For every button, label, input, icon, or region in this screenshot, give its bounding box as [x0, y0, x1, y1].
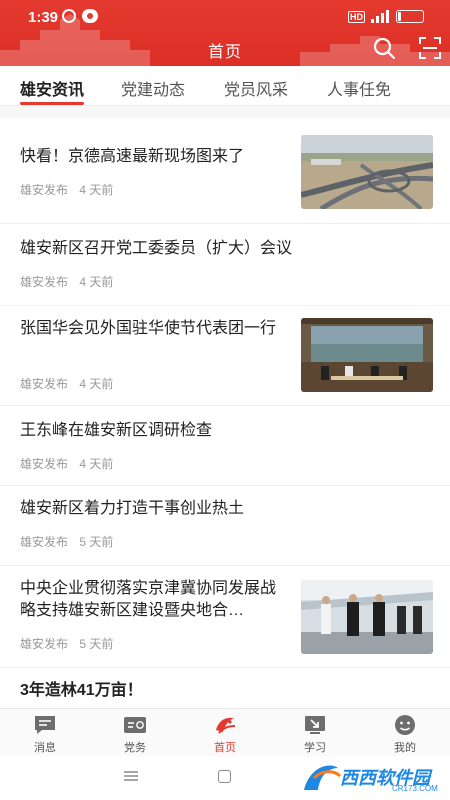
highway-interchange-photo	[301, 135, 433, 209]
news-item[interactable]: 张国华会见外国驻华使节代表团一行 雄安发布 4 天前	[0, 306, 450, 406]
nav-label: 党务	[124, 742, 146, 754]
list-top-spacer	[0, 106, 450, 118]
news-time: 4 天前	[79, 275, 114, 289]
news-title: 3年造林41万亩！	[20, 682, 143, 699]
bottom-navigation: 消息 党务 首页 学习 我的	[0, 708, 450, 756]
news-item[interactable]: 3年造林41万亩！	[0, 668, 450, 708]
news-title: 快看！京德高速最新现场图来了	[20, 148, 245, 165]
tab-party-building[interactable]: 党建动态	[121, 76, 185, 100]
battery-level: 11	[403, 11, 413, 21]
news-time: 5 天前	[79, 535, 114, 549]
weibo-icon	[82, 9, 98, 23]
category-tabs: 雄安资讯 党建动态 党员风采 人事任免	[0, 66, 450, 106]
tab-active-indicator	[20, 102, 84, 105]
nav-profile[interactable]: 我的	[360, 709, 450, 757]
menu-icon[interactable]	[124, 770, 138, 782]
profile-icon	[395, 715, 415, 735]
tab-personnel[interactable]: 人事任免	[327, 76, 391, 100]
nav-home[interactable]: 首页	[180, 709, 270, 757]
news-meta: 雄安发布 4 天前	[20, 375, 113, 392]
news-time: 4 天前	[79, 377, 114, 391]
news-meta: 雄安发布 4 天前	[20, 273, 113, 290]
news-meta: 雄安发布 4 天前	[20, 181, 113, 198]
news-source: 雄安发布	[20, 183, 69, 197]
news-time: 4 天前	[79, 457, 114, 471]
news-meta: 雄安发布 5 天前	[20, 635, 113, 652]
tab-xiongan-news[interactable]: 雄安资讯	[20, 76, 84, 100]
nav-label: 消息	[34, 742, 56, 754]
alarm-icon	[62, 9, 76, 23]
tab-party-members[interactable]: 党员风采	[224, 76, 288, 100]
nav-study[interactable]: 学习	[270, 709, 360, 757]
news-source: 雄安发布	[20, 535, 69, 549]
news-item[interactable]: 雄安新区召开党工委委员（扩大）会议 雄安发布 4 天前	[0, 224, 450, 306]
nav-label: 首页	[214, 742, 236, 754]
news-title: 雄安新区着力打造干事创业热土	[20, 500, 245, 517]
nav-party-affairs[interactable]: 党务	[90, 709, 180, 757]
news-title: 中央企业贯彻落实京津冀协同发展战略支持雄安新区建设暨央地合…	[20, 580, 277, 619]
party-affairs-icon	[124, 717, 146, 733]
title-row: 首页	[0, 32, 450, 66]
message-icon	[35, 716, 55, 734]
status-bar: 1:39 HD 11	[0, 0, 450, 32]
xiongan-logo-icon	[216, 717, 236, 734]
meeting-room-photo	[301, 318, 433, 392]
search-icon[interactable]	[372, 36, 396, 60]
news-source: 雄安发布	[20, 637, 69, 651]
app-header: 1:39 HD 11 首页	[0, 0, 450, 66]
battery-fill	[398, 12, 401, 21]
news-item[interactable]: 雄安新区着力打造干事创业热土 雄安发布 5 天前	[0, 486, 450, 566]
hd-badge: HD	[348, 11, 365, 23]
scan-icon[interactable]	[418, 36, 442, 60]
news-title: 王东峰在雄安新区调研检查	[20, 422, 213, 439]
status-time: 1:39	[28, 9, 59, 26]
news-source: 雄安发布	[20, 377, 69, 391]
signal-icon	[371, 10, 389, 23]
news-item[interactable]: 王东峰在雄安新区调研检查 雄安发布 4 天前	[0, 406, 450, 486]
news-title: 张国华会见外国驻华使节代表团一行	[20, 320, 277, 337]
nav-messages[interactable]: 消息	[0, 709, 90, 757]
news-source: 雄安发布	[20, 457, 69, 471]
study-icon	[305, 716, 325, 734]
nav-label: 学习	[304, 742, 326, 754]
news-source: 雄安发布	[20, 275, 69, 289]
home-square-icon[interactable]	[218, 770, 231, 783]
news-meta: 雄安发布 5 天前	[20, 533, 113, 550]
watermark-sub: CR173.COM	[392, 784, 438, 793]
news-meta: 雄安发布 4 天前	[20, 455, 113, 472]
officials-walking-photo	[301, 580, 433, 654]
news-item[interactable]: 中央企业贯彻落实京津冀协同发展战略支持雄安新区建设暨央地合… 雄安发布 5 天前	[0, 566, 450, 668]
news-title: 雄安新区召开党工委委员（扩大）会议	[20, 240, 293, 257]
news-time: 5 天前	[79, 637, 114, 651]
news-time: 4 天前	[79, 183, 114, 197]
news-item[interactable]: 快看！京德高速最新现场图来了 雄安发布 4 天前	[0, 118, 450, 224]
nav-label: 我的	[394, 742, 416, 754]
